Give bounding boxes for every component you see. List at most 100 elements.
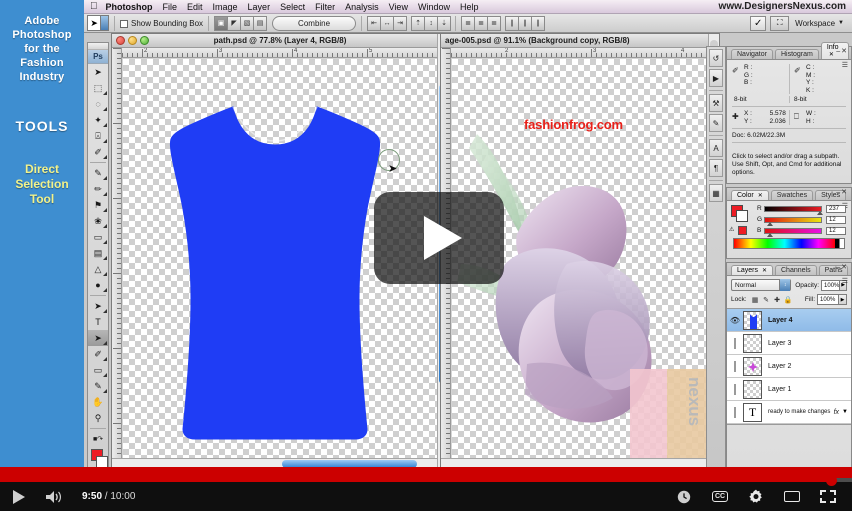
panel-minimize-close-icons[interactable]: –✕ bbox=[836, 47, 848, 55]
layer-fx-icon[interactable]: fx bbox=[834, 409, 839, 416]
slider-thumb[interactable] bbox=[767, 232, 773, 237]
actions-panel-icon[interactable]: ▶ bbox=[709, 69, 723, 87]
align-left-icon[interactable]: ⇤ bbox=[367, 15, 382, 31]
layer-thumbnail[interactable] bbox=[743, 310, 762, 330]
b-value[interactable]: 12 bbox=[826, 226, 846, 235]
slider-thumb[interactable] bbox=[767, 221, 773, 226]
background-color-swatch[interactable] bbox=[736, 210, 748, 222]
align-middle-v-icon[interactable]: ↕ bbox=[424, 15, 439, 31]
tool-presets-icon[interactable]: ⚒ bbox=[709, 94, 723, 112]
menu-item-file[interactable]: File bbox=[163, 2, 178, 12]
menu-item-analysis[interactable]: Analysis bbox=[345, 2, 379, 12]
tool-preset-dropdown[interactable] bbox=[100, 16, 108, 30]
distribute-top-icon[interactable]: ≣ bbox=[461, 15, 476, 31]
direct-selection-arrow-icon[interactable]: ➤ bbox=[87, 15, 109, 31]
layer-visibility-toggle[interactable] bbox=[727, 383, 743, 395]
theater-mode-icon[interactable] bbox=[774, 482, 810, 511]
tab-swatches[interactable]: Swatches bbox=[770, 190, 814, 200]
panel-menu-icon[interactable]: ☰ bbox=[842, 61, 848, 69]
r-slider[interactable] bbox=[764, 205, 823, 215]
tool-default-colors-icon[interactable]: ■↷ bbox=[88, 431, 108, 447]
color-spectrum-ramp[interactable] bbox=[733, 238, 845, 249]
paragraph-panel-icon[interactable]: ¶ bbox=[709, 159, 723, 177]
distribute-right-icon[interactable]: ∥ bbox=[531, 15, 546, 31]
tool-blur[interactable]: △ bbox=[88, 261, 108, 277]
character-panel-icon[interactable]: A bbox=[709, 139, 723, 157]
distribute-bottom-icon[interactable]: ≣ bbox=[487, 15, 502, 31]
tool-magic-wand[interactable]: ✦ bbox=[88, 112, 108, 128]
tab-channels[interactable]: Channels bbox=[775, 265, 817, 275]
add-to-shape-icon[interactable]: ▣ bbox=[214, 15, 229, 31]
layer-thumbnail[interactable] bbox=[743, 333, 762, 353]
blend-mode-select[interactable]: Normal ↕ bbox=[731, 279, 792, 291]
layer-row[interactable]: Layer 1 bbox=[727, 378, 851, 401]
menu-item-select[interactable]: Select bbox=[280, 2, 305, 12]
layer-thumbnail[interactable] bbox=[743, 356, 762, 376]
panel-minimize-close-icons[interactable]: –✕ bbox=[836, 263, 848, 271]
out-of-gamut-warning-icon[interactable]: ⚠ bbox=[729, 226, 734, 233]
menu-item-filter[interactable]: Filter bbox=[315, 2, 335, 12]
close-icon[interactable]: ✕ bbox=[829, 52, 834, 58]
workspace-menu[interactable]: Workspace ▼ bbox=[795, 19, 844, 28]
layer-visibility-toggle[interactable] bbox=[727, 360, 743, 372]
intersect-shape-icon[interactable]: ▧ bbox=[240, 15, 255, 31]
settings-gear-icon[interactable] bbox=[738, 482, 774, 511]
g-slider[interactable] bbox=[764, 216, 822, 226]
tool-eyedropper[interactable]: ✐ bbox=[88, 144, 108, 160]
minimize-icon[interactable] bbox=[128, 36, 137, 45]
layer-name[interactable]: Layer 2 bbox=[768, 363, 791, 370]
screen-mode-icon[interactable]: ⛶ bbox=[770, 15, 790, 31]
opacity-input[interactable]: 100% bbox=[821, 279, 841, 291]
fill-stepper-icon[interactable]: ▶ bbox=[839, 294, 847, 305]
menu-app-name[interactable]: Photoshop bbox=[106, 2, 153, 12]
layer-row[interactable]: Layer 3 bbox=[727, 332, 851, 355]
fullscreen-icon[interactable] bbox=[810, 482, 846, 511]
tool-lasso[interactable]: ◌ bbox=[88, 96, 108, 112]
layer-name[interactable]: Layer 4 bbox=[768, 317, 793, 324]
toolbox-grip[interactable] bbox=[88, 43, 108, 50]
menu-item-view[interactable]: View bbox=[389, 2, 408, 12]
panel-menu-icon[interactable]: ☰ bbox=[842, 277, 848, 285]
tool-hand[interactable]: ✋ bbox=[88, 394, 108, 410]
menu-item-help[interactable]: Help bbox=[460, 2, 479, 12]
layer-thumbnail[interactable] bbox=[743, 379, 762, 399]
tab-navigator[interactable]: Navigator bbox=[731, 49, 773, 59]
tool-type[interactable]: T bbox=[88, 314, 108, 330]
tool-dodge[interactable]: ● bbox=[88, 277, 108, 293]
volume-icon[interactable] bbox=[36, 482, 72, 511]
zoom-window-icon[interactable] bbox=[140, 36, 149, 45]
menu-item-edit[interactable]: Edit bbox=[187, 2, 203, 12]
tab-layers[interactable]: Layers ✕ bbox=[731, 265, 773, 275]
layer-row[interactable]: T ready to make changes fx ▼ bbox=[727, 401, 851, 424]
align-top-icon[interactable]: ⇡ bbox=[411, 15, 426, 31]
captions-icon[interactable]: CC bbox=[702, 482, 738, 511]
layer-name[interactable]: Layer 3 bbox=[768, 340, 791, 347]
menu-item-image[interactable]: Image bbox=[213, 2, 238, 12]
blue-tank-top-garment-path[interactable] bbox=[155, 99, 395, 449]
layer-visibility-toggle[interactable]: 👁 bbox=[727, 316, 743, 325]
r-value[interactable]: 237 bbox=[826, 204, 846, 213]
tool-eraser[interactable]: ▭ bbox=[88, 229, 108, 245]
tool-shape[interactable]: ▭ bbox=[88, 362, 108, 378]
watch-later-icon[interactable] bbox=[666, 482, 702, 511]
lock-transparent-pixels-icon[interactable]: ▦ bbox=[750, 294, 761, 305]
g-value[interactable]: 12 bbox=[826, 215, 846, 224]
close-icon[interactable] bbox=[116, 36, 125, 45]
tool-notes[interactable]: ✎ bbox=[88, 378, 108, 394]
fill-input[interactable]: 100% bbox=[817, 294, 839, 305]
combine-button[interactable]: Combine bbox=[272, 15, 357, 31]
align-right-icon[interactable]: ⇥ bbox=[393, 15, 408, 31]
distribute-left-icon[interactable]: ∥ bbox=[505, 15, 520, 31]
apple-icon[interactable]:  bbox=[90, 1, 98, 12]
layer-comps-icon[interactable]: ▦ bbox=[709, 184, 723, 202]
color-swatch-pair[interactable] bbox=[731, 205, 748, 222]
b-slider[interactable] bbox=[764, 227, 822, 237]
video-play-overlay-button[interactable] bbox=[374, 192, 504, 284]
doc2-titlebar[interactable]: age-005.psd @ 91.1% (Background copy, RG… bbox=[441, 34, 719, 48]
gamut-substitute-swatch[interactable] bbox=[738, 226, 747, 235]
close-icon[interactable]: ✕ bbox=[762, 268, 767, 274]
layer-row[interactable]: 👁 Layer 4 bbox=[727, 309, 851, 332]
layer-row[interactable]: Layer 2 bbox=[727, 355, 851, 378]
lock-image-pixels-icon[interactable]: ✎ bbox=[761, 294, 772, 305]
distribute-middle-icon[interactable]: ≣ bbox=[474, 15, 489, 31]
